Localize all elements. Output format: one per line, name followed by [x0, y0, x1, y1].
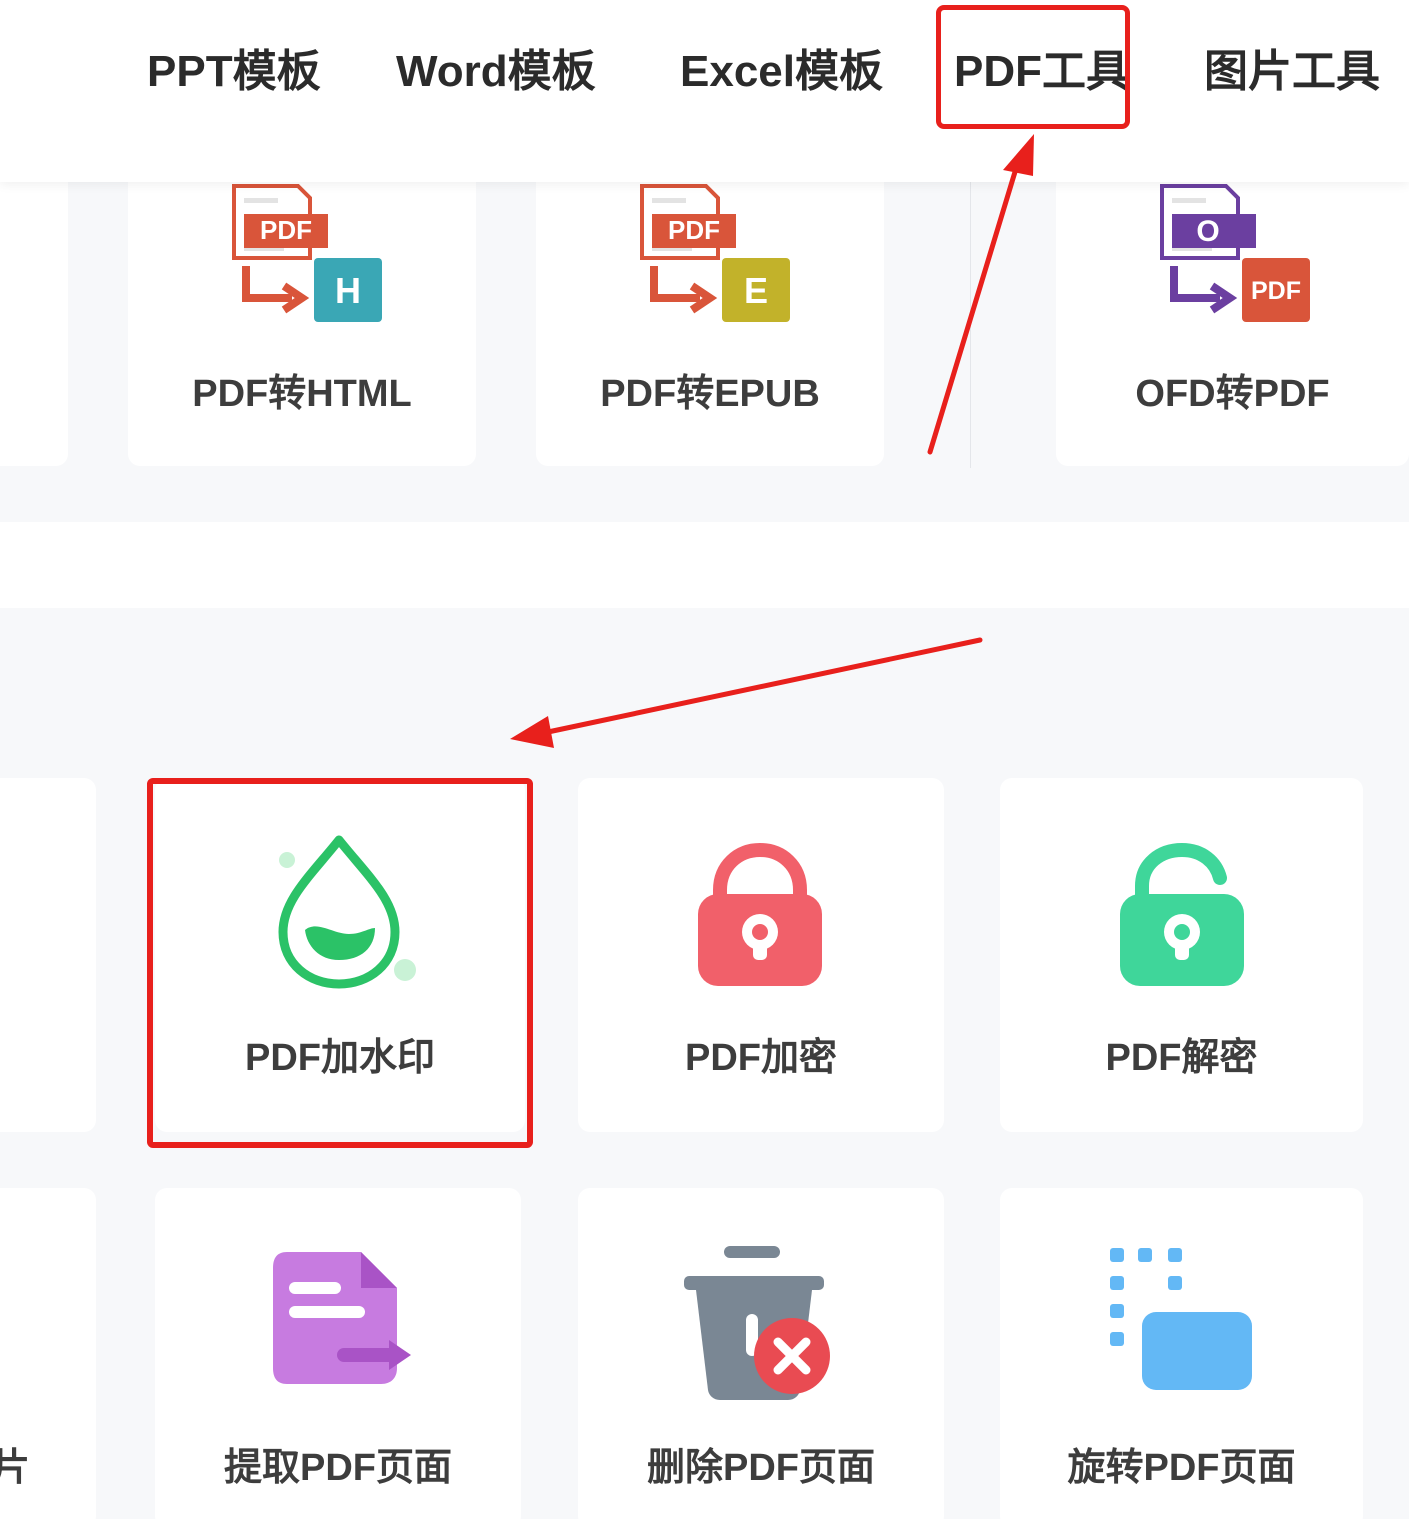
partial-card[interactable]	[0, 170, 68, 466]
pdf-to-epub-icon: PDF E	[640, 184, 790, 322]
tool-label: PDF加密	[684, 1037, 837, 1079]
pdf-watermark-highlight-box	[147, 778, 533, 1148]
ofd-to-pdf-icon: O PDF	[1160, 184, 1310, 322]
tool-card-ofd-to-pdf[interactable]: O PDF OFD转PDF	[1056, 170, 1409, 466]
lock-open-icon	[1120, 842, 1244, 986]
top-navigation: PPT模板 Word模板 Excel模板 PDF工具 图片工具	[0, 0, 1409, 182]
tool-label: 删除PDF页面	[646, 1447, 875, 1489]
tool-card-extract-pages[interactable]: 提取PDF页面	[155, 1188, 521, 1528]
nav-item-excel-templates[interactable]: Excel模板	[680, 40, 883, 104]
svg-text:PDF: PDF	[1251, 277, 1301, 305]
tool-card-pdf-to-epub[interactable]: PDF E PDF转EPUB	[536, 170, 884, 466]
partial-card[interactable]: 片	[0, 1188, 96, 1528]
tool-card-delete-pages[interactable]: 删除PDF页面	[578, 1188, 944, 1528]
tool-card-pdf-to-html[interactable]: PDF H PDF转HTML	[128, 170, 476, 466]
tool-card-pdf-decrypt[interactable]: PDF解密	[1000, 778, 1363, 1132]
svg-text:H: H	[335, 270, 361, 311]
nav-item-image-tools[interactable]: 图片工具	[1204, 40, 1380, 104]
svg-text:E: E	[744, 270, 768, 311]
svg-text:PDF: PDF	[260, 215, 312, 245]
tool-label-partial: 片	[0, 1447, 31, 1489]
tool-label: 旋转PDF页面	[1067, 1447, 1296, 1489]
nav-item-word-templates[interactable]: Word模板	[396, 40, 596, 104]
tool-label: PDF解密	[1105, 1037, 1258, 1079]
pdf-to-html-icon: PDF H	[232, 184, 382, 322]
svg-text:O: O	[1196, 215, 1219, 248]
divider	[970, 182, 971, 468]
extract-page-icon	[273, 1252, 411, 1384]
partial-card[interactable]	[0, 778, 96, 1132]
pdf-tools-highlight-box	[936, 5, 1130, 129]
rotate-page-icon	[1110, 1248, 1252, 1390]
nav-item-ppt-templates[interactable]: PPT模板	[147, 40, 321, 104]
delete-page-icon	[684, 1246, 830, 1400]
tool-label: 提取PDF页面	[223, 1447, 452, 1489]
tool-label: PDF转HTML	[192, 373, 412, 415]
tool-card-pdf-encrypt[interactable]: PDF加密	[578, 778, 944, 1132]
svg-text:PDF: PDF	[668, 215, 720, 245]
tool-label: OFD转PDF	[1135, 373, 1330, 415]
convert-tools-section: PDF H PDF转HTML PDF E PDF转EPUB O PDF OFD转…	[0, 170, 1409, 522]
tool-label: PDF转EPUB	[600, 373, 820, 415]
tool-card-rotate-pages[interactable]: 旋转PDF页面	[1000, 1188, 1363, 1528]
lock-closed-icon	[698, 842, 822, 986]
